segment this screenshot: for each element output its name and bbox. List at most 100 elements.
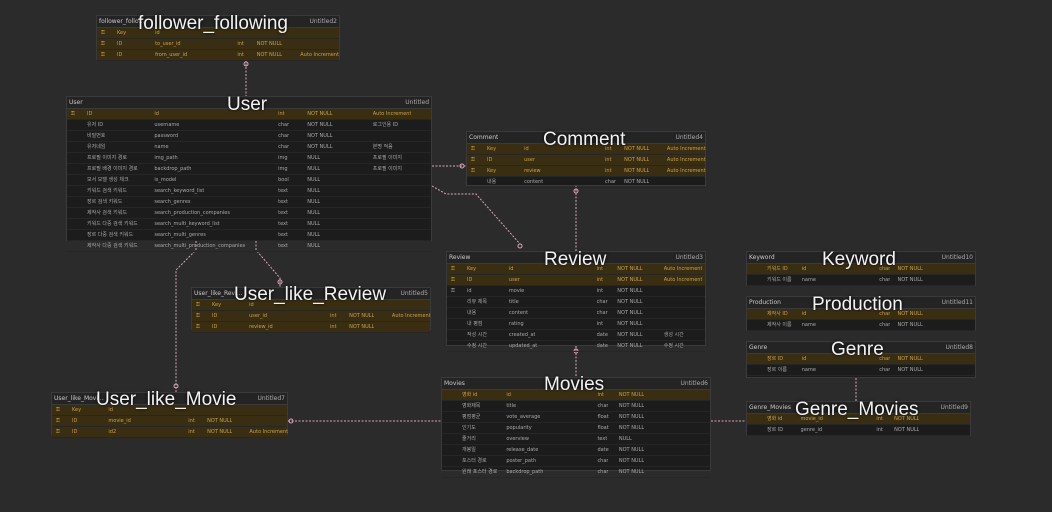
row-field: password [154, 133, 179, 139]
row-type: int [278, 111, 285, 117]
row-type: char [597, 458, 609, 464]
row-field: id [508, 266, 514, 272]
row-type: int [596, 288, 604, 294]
row-label: ID [487, 157, 493, 163]
row-field: search_multi_keyword_list [154, 221, 220, 227]
row-null: NULL [307, 177, 321, 183]
row-label: 키워드 다중 검색 키워드 [87, 221, 138, 227]
row-type: int [237, 52, 244, 58]
row-note: Auto Increment [372, 111, 412, 117]
row-null: NOT NULL [617, 321, 643, 327]
table-title-user: User [227, 94, 268, 115]
table-name: Genre_Movies [749, 404, 792, 411]
row-null: NULL [307, 166, 321, 172]
row-field: updated_at [508, 343, 538, 349]
table-user[interactable]: User Untitled ⚿ ID id int NOT NULL Auto Incre… [66, 96, 432, 252]
table-untitled: Untitled2 [309, 18, 337, 25]
row-type: text [278, 232, 288, 238]
table-untitled: Untitled5 [400, 290, 428, 297]
row-type: int [188, 429, 195, 435]
row-label: ID [117, 41, 123, 47]
row-label: Key [212, 302, 222, 308]
row-null: NOT NULL [349, 313, 375, 319]
row-badge: ⚿ [101, 52, 105, 58]
table-row: ⚿ ID from_user_id int NOT NULL Auto Increment [97, 50, 339, 61]
row-field: id [506, 392, 511, 398]
row-type: int [330, 313, 337, 319]
row-null: NOT NULL [617, 277, 643, 283]
row-null: NOT NULL [617, 332, 643, 338]
row-null: NOT NULL [617, 299, 643, 305]
row-label: 프로필 배경 이미지 경로 [87, 166, 138, 172]
table-untitled: Untitled7 [257, 395, 285, 402]
row-type: bool [278, 177, 289, 183]
table-row: 수정 시간 updated_at date NOT NULL 수정 시간 [447, 341, 705, 352]
row-field: backdrop_path [154, 166, 192, 172]
row-field: from_user_id [155, 52, 188, 58]
table-title-genre-movies: Genre_Movies [795, 399, 919, 420]
row-label: Key [467, 266, 477, 272]
row-note: 프로필 이미지 [372, 166, 402, 172]
row-null: NOT NULL [349, 324, 375, 330]
row-type: char [278, 133, 290, 139]
row-field: title [508, 299, 519, 305]
row-label: 장르 ID [767, 427, 784, 433]
row-badge: ⚿ [451, 266, 455, 272]
row-label: 장르 검색 키워드 [87, 199, 123, 205]
row-field: user [508, 277, 520, 283]
row-field: search_production_companies [154, 210, 230, 216]
table-row: 모서 모델 생성 체크 is_model bool NULL [67, 175, 431, 186]
row-label: Key [72, 407, 82, 413]
row-label: 제작사 다중 검색 키워드 [87, 243, 138, 249]
table-name: Keyword [749, 254, 775, 261]
row-null: NULL [307, 243, 321, 249]
row-label: ID [467, 277, 473, 283]
table-row: 작성 시간 created_at date NOT NULL 생성 시간 [447, 330, 705, 341]
row-type: int [876, 427, 883, 433]
row-label: 수정 시간 [467, 343, 487, 349]
row-null: NOT NULL [307, 122, 333, 128]
row-label: id [467, 288, 472, 294]
row-field: review [524, 168, 541, 174]
row-type: int [605, 157, 612, 163]
table-title-review: Review [544, 249, 607, 270]
table-row: 제작사 이름 name char NOT NULL [747, 320, 975, 331]
table-name: Movies [444, 380, 465, 387]
row-note: 수정 시간 [663, 343, 684, 349]
row-field: search_genres [154, 199, 191, 205]
row-null: NULL [618, 436, 632, 442]
row-label: ID [72, 418, 78, 424]
row-null: NOT NULL [256, 52, 283, 58]
row-badge: ⚿ [196, 302, 200, 308]
table-row: 프로필 이미지 경로 img_path img NULL 프로필 이미지 [67, 153, 431, 164]
row-label: 제작사 ID [767, 311, 788, 317]
row-type: char [278, 144, 290, 150]
row-type: text [278, 210, 288, 216]
table-row: 인기도 popularity float NOT NULL [442, 423, 710, 434]
row-null: NOT NULL [307, 144, 333, 150]
row-field: backdrop_path [506, 469, 544, 475]
row-type: int [330, 324, 337, 330]
row-type: int [596, 277, 604, 283]
table-row: ⚿ ID user int NOT NULL Auto Increment [467, 155, 706, 166]
row-label: ID [212, 324, 218, 330]
row-type: date [597, 447, 609, 453]
row-note: Auto Increment [666, 168, 706, 174]
table-row: ⚿ id movie int NOT NULL [447, 286, 705, 297]
table-untitled: Untitled8 [945, 344, 973, 351]
table-row: 원래 포스터 경로 backdrop_path char NOT NULL [442, 467, 710, 478]
row-field: is_model [154, 177, 177, 183]
table-name: Production [749, 299, 781, 306]
row-badge: ⚿ [196, 324, 200, 330]
row-field: name [801, 277, 816, 283]
table-row: ⚿ ID user int NOT NULL Auto Increment [447, 275, 705, 286]
row-label: 키워드 검색 키워드 [87, 188, 127, 194]
table-row: 리뷰 제목 title char NOT NULL [447, 297, 705, 308]
row-null: NULL [307, 221, 321, 227]
table-row: 영화제목 title char NOT NULL [442, 401, 710, 412]
row-label: 제작사 이름 [767, 322, 792, 328]
row-badge: ⚿ [56, 429, 60, 435]
row-field: vote_average [506, 414, 541, 420]
row-field: id [154, 111, 159, 117]
row-null: NOT NULL [307, 111, 333, 117]
